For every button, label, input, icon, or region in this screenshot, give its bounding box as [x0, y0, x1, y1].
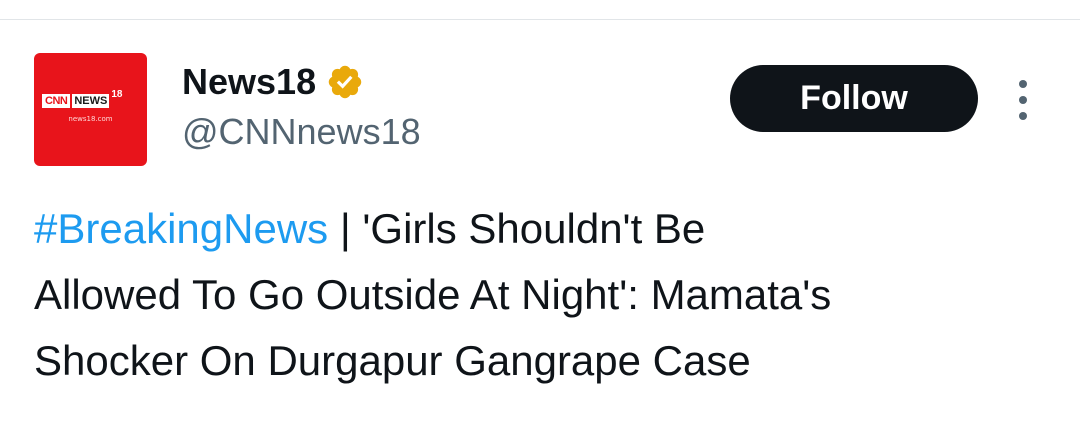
- hashtag-link[interactable]: #BreakingNews: [34, 205, 328, 252]
- author-display-name[interactable]: News18: [182, 62, 316, 102]
- logo-news-text: NEWS: [72, 94, 110, 108]
- verified-badge-icon[interactable]: [326, 63, 364, 101]
- follow-button[interactable]: Follow: [730, 65, 978, 132]
- more-vertical-icon[interactable]: [1010, 80, 1036, 120]
- tweet-card: CNN NEWS 18 news18.com News18 @CNNnews18…: [0, 20, 1080, 442]
- author-name-row: News18: [182, 62, 364, 102]
- tweet-text-line-1: | 'Girls Shouldn't Be: [328, 205, 706, 252]
- logo-site-text: news18.com: [68, 115, 113, 123]
- tweet-text-line-3: Shocker On Durgapur Gangrape Case: [34, 337, 751, 384]
- tweet-text-line-2: Allowed To Go Outside At Night': Mamata'…: [34, 271, 832, 318]
- author-handle[interactable]: @CNNnews18: [182, 112, 421, 152]
- more-dot: [1019, 112, 1027, 120]
- logo-cnn-text: CNN: [42, 94, 71, 108]
- more-dot: [1019, 96, 1027, 104]
- more-dot: [1019, 80, 1027, 88]
- avatar[interactable]: CNN NEWS 18 news18.com: [34, 53, 147, 166]
- brand-logo: CNN NEWS 18: [42, 90, 122, 108]
- logo-number-text: 18: [111, 89, 123, 100]
- tweet-text: #BreakingNews | 'Girls Shouldn't Be Allo…: [34, 196, 1054, 394]
